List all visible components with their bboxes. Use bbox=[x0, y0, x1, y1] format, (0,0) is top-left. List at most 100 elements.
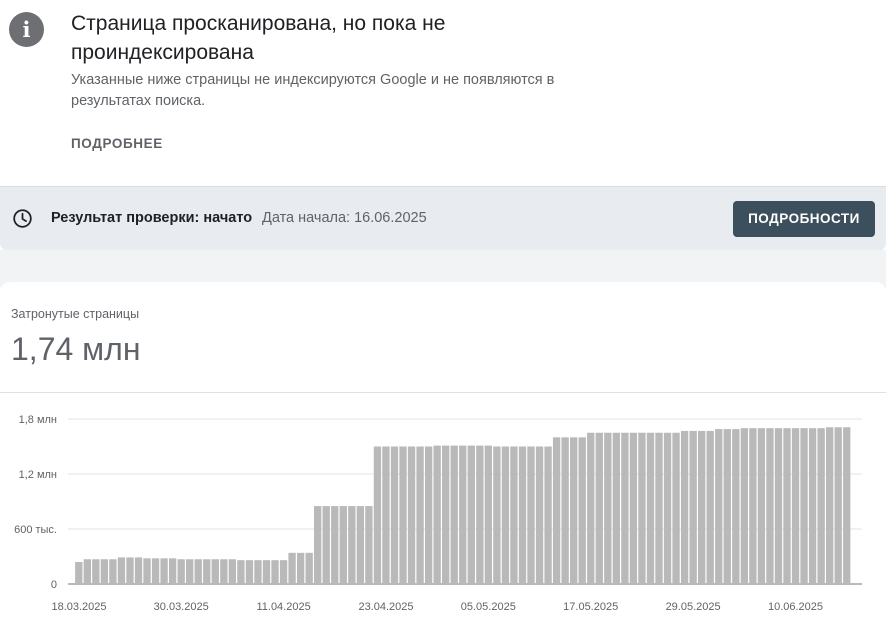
chart-bar[interactable] bbox=[322, 506, 330, 584]
x-tick-label: 30.03.2025 bbox=[154, 601, 209, 613]
chart-bar[interactable] bbox=[228, 559, 237, 584]
chart-bar[interactable] bbox=[476, 445, 484, 584]
chart-bar[interactable] bbox=[621, 432, 629, 584]
chart-bar[interactable] bbox=[774, 428, 783, 584]
chart-bar[interactable] bbox=[518, 446, 527, 585]
chart-bar[interactable] bbox=[689, 430, 697, 584]
chart-bar[interactable] bbox=[92, 559, 100, 584]
chart-bar[interactable] bbox=[757, 428, 766, 584]
chart-bar[interactable] bbox=[808, 428, 817, 584]
chart-bar[interactable] bbox=[194, 559, 202, 584]
chart-bar[interactable] bbox=[262, 560, 271, 584]
x-tick-label: 29.05.2025 bbox=[666, 601, 721, 613]
chart-bar[interactable] bbox=[715, 429, 723, 584]
validation-start-date: Дата начала: 16.06.2025 bbox=[262, 210, 427, 226]
chart-bar[interactable] bbox=[706, 430, 714, 584]
chart-bar[interactable] bbox=[356, 506, 365, 584]
chart-bar[interactable] bbox=[783, 428, 791, 584]
notice-title: Страница просканирована, но пока не прои… bbox=[71, 12, 446, 64]
chart-bar[interactable] bbox=[740, 428, 749, 584]
chart-bar[interactable] bbox=[382, 446, 390, 585]
chart-bar[interactable] bbox=[604, 432, 612, 584]
chart-bar[interactable] bbox=[83, 559, 91, 584]
chart-bar[interactable] bbox=[126, 557, 134, 584]
chart-bar[interactable] bbox=[535, 446, 544, 585]
chart-bar[interactable] bbox=[168, 558, 177, 584]
chart-bar[interactable] bbox=[672, 432, 680, 584]
chart-bar[interactable] bbox=[424, 446, 433, 585]
chart-bar[interactable] bbox=[570, 437, 578, 584]
chart-bar[interactable] bbox=[203, 559, 211, 584]
chart-bar[interactable] bbox=[305, 552, 313, 584]
chart-bar[interactable] bbox=[646, 432, 655, 584]
chart-bar[interactable] bbox=[296, 552, 305, 584]
chart-bar[interactable] bbox=[279, 560, 288, 584]
chart-bar[interactable] bbox=[817, 428, 825, 584]
chart-bar[interactable] bbox=[578, 437, 586, 584]
chart-bar[interactable] bbox=[365, 506, 373, 584]
chart-bar[interactable] bbox=[527, 446, 535, 585]
chart-bar[interactable] bbox=[655, 432, 663, 584]
x-tick-label: 05.05.2025 bbox=[461, 601, 516, 613]
chart-bar[interactable] bbox=[220, 559, 228, 584]
chart-bar[interactable] bbox=[732, 429, 740, 584]
chart-bar[interactable] bbox=[254, 560, 262, 584]
chart-bar[interactable] bbox=[723, 429, 731, 584]
chart-bar[interactable] bbox=[834, 427, 842, 584]
chart-bar[interactable] bbox=[501, 446, 510, 585]
chart-bar[interactable] bbox=[373, 446, 382, 585]
chart-bar[interactable] bbox=[843, 427, 851, 584]
chart-bar[interactable] bbox=[288, 552, 296, 584]
chart-bar[interactable] bbox=[749, 428, 757, 584]
chart-bar[interactable] bbox=[826, 427, 834, 584]
chart-bar[interactable] bbox=[416, 446, 424, 585]
chart-bar[interactable] bbox=[800, 428, 808, 584]
chart-bar[interactable] bbox=[348, 506, 356, 584]
chart-bar[interactable] bbox=[331, 506, 339, 584]
chart-bar[interactable] bbox=[698, 430, 706, 584]
details-button[interactable]: ПОДРОБНОСТИ bbox=[733, 201, 875, 237]
chart-bar[interactable] bbox=[663, 432, 672, 584]
chart-bar[interactable] bbox=[459, 445, 467, 584]
chart-bar[interactable] bbox=[134, 557, 143, 584]
chart-bar[interactable] bbox=[186, 559, 194, 584]
chart-bar[interactable] bbox=[629, 432, 638, 584]
chart-bar[interactable] bbox=[552, 437, 561, 584]
chart-bar[interactable] bbox=[561, 437, 569, 584]
x-tick-label: 11.04.2025 bbox=[256, 601, 310, 613]
chart-bar[interactable] bbox=[407, 446, 416, 585]
chart-bar[interactable] bbox=[595, 432, 603, 584]
chart-bar[interactable] bbox=[433, 445, 441, 584]
chart-bar[interactable] bbox=[271, 560, 279, 584]
chart-bar[interactable] bbox=[587, 432, 595, 584]
chart-bar[interactable] bbox=[680, 430, 689, 584]
chart-bar[interactable] bbox=[399, 446, 407, 585]
chart-bar[interactable] bbox=[314, 506, 322, 584]
chart-bar[interactable] bbox=[339, 506, 347, 584]
chart-bar[interactable] bbox=[177, 559, 185, 584]
chart-bar[interactable] bbox=[450, 445, 458, 584]
chart-bar[interactable] bbox=[211, 559, 219, 584]
chart-bar[interactable] bbox=[638, 432, 646, 584]
chart-bar[interactable] bbox=[791, 428, 800, 584]
chart-bar[interactable] bbox=[109, 559, 117, 584]
chart-bar[interactable] bbox=[75, 562, 83, 584]
chart-bar[interactable] bbox=[510, 446, 518, 585]
chart-bar[interactable] bbox=[612, 432, 621, 584]
chart-bar[interactable] bbox=[493, 446, 501, 585]
chart-bar[interactable] bbox=[117, 557, 126, 584]
learn-more-link[interactable]: ПОДРОБНЕЕ bbox=[71, 136, 163, 151]
chart-bar[interactable] bbox=[237, 560, 245, 584]
chart-bar[interactable] bbox=[100, 559, 109, 584]
chart-bar[interactable] bbox=[143, 558, 151, 584]
chart-bar[interactable] bbox=[390, 446, 399, 585]
chart-bar[interactable] bbox=[467, 445, 475, 584]
chart-bar[interactable] bbox=[766, 428, 774, 584]
chart-bar[interactable] bbox=[442, 445, 450, 584]
chart-bar[interactable] bbox=[245, 560, 254, 584]
chart-bar[interactable] bbox=[160, 558, 168, 584]
chart-bar[interactable] bbox=[544, 446, 552, 585]
chart-bar[interactable] bbox=[484, 445, 493, 584]
chart-bar[interactable] bbox=[151, 558, 160, 584]
notice-description: Указанные ниже страницы не индексируются… bbox=[71, 72, 555, 109]
